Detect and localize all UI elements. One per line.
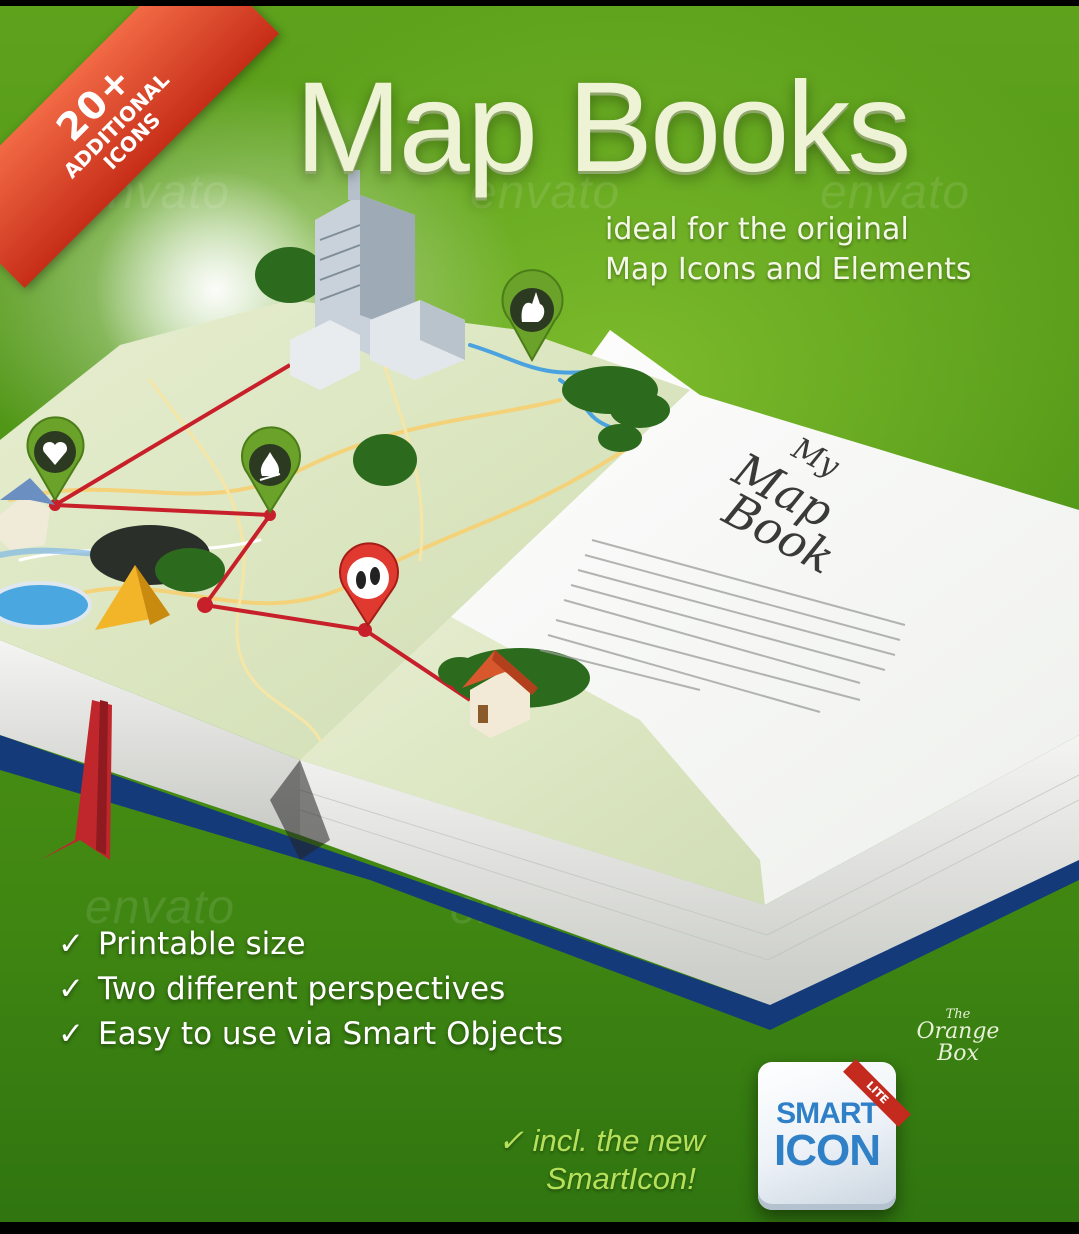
check-icon: ✓ [58,971,84,1007]
check-icon: ✓ [58,926,84,962]
smart-icon-line2: ICON [774,1126,881,1175]
brand-name: Orange Box [916,1019,1000,1066]
list-item: ✓ Easy to use via Smart Objects [58,1012,618,1057]
feature-label: Two different perspectives [98,971,506,1007]
list-item: ✓ Two different perspectives [58,967,618,1012]
smart-note-line2: SmartIcon! [546,1161,696,1196]
subtitle: ideal for the original Map Icons and Ele… [605,210,1045,290]
subtitle-line1: ideal for the original [605,212,909,247]
feature-label: Printable size [98,926,306,962]
subtitle-line2: Map Icons and Elements [605,252,972,287]
page-title: Map Books [295,56,911,199]
check-icon: ✓ [498,1123,524,1158]
feature-list: ✓ Printable size ✓ Two different perspecti… [58,922,618,1057]
smart-icon-badge: SMART ICON LITE [758,1059,911,1210]
smart-icon-line1: SMART [776,1097,879,1130]
poster: envato envato envato envato envato envat… [0,0,1079,1234]
bottom-border [0,1222,1079,1234]
brand-logo: The Orange Box [893,1008,1023,1065]
smart-note-line1: incl. the new [532,1123,705,1158]
feature-label: Easy to use via Smart Objects [98,1016,564,1052]
top-border [0,0,1079,6]
check-icon: ✓ [58,1016,84,1052]
smart-icon-note: ✓ incl. the new SmartIcon! [498,1122,738,1198]
list-item: ✓ Printable size [58,922,618,967]
